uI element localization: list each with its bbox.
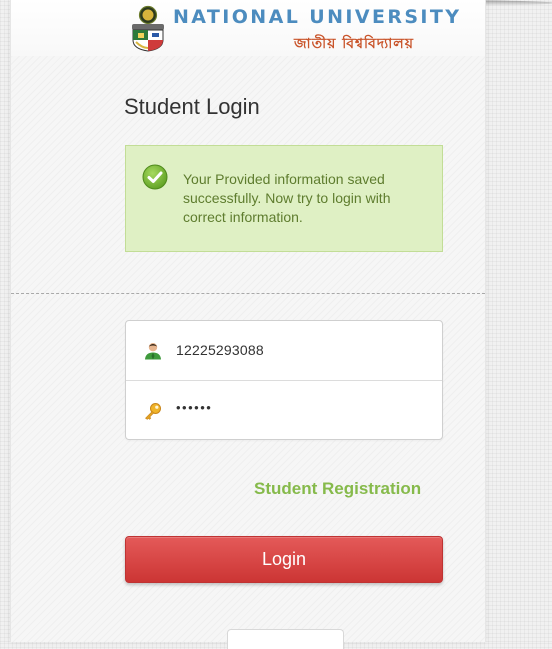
login-button[interactable]: Login [125, 536, 443, 583]
student-registration-link[interactable]: Student Registration [254, 479, 421, 499]
brand-name-english: NATIONAL UNIVERSITY [173, 6, 462, 28]
page-title: Student Login [124, 94, 260, 119]
username-input[interactable]: 12225293088 [176, 342, 264, 358]
key-icon [145, 403, 161, 420]
alert-message: Your Provided information saved successf… [183, 171, 391, 225]
bottom-tab [227, 629, 344, 649]
university-seal-icon [132, 5, 164, 52]
success-alert: Your Provided information saved successf… [125, 145, 443, 252]
user-icon [145, 343, 161, 360]
password-field[interactable]: •••••• [126, 381, 442, 440]
password-input[interactable]: •••••• [176, 400, 212, 415]
username-field[interactable]: 12225293088 [126, 321, 442, 381]
login-panel: NATIONAL UNIVERSITY জাতীয় বিশ্ববিদ্যালয… [10, 0, 486, 649]
check-circle-icon [142, 164, 168, 190]
brand-name-bangla: জাতীয় বিশ্ববিদ্যালয় [294, 36, 414, 52]
site-header: NATIONAL UNIVERSITY জাতীয় বিশ্ববিদ্যালয… [11, 0, 485, 56]
section-divider [11, 293, 485, 294]
login-form: 12225293088 •••••• [125, 320, 443, 440]
